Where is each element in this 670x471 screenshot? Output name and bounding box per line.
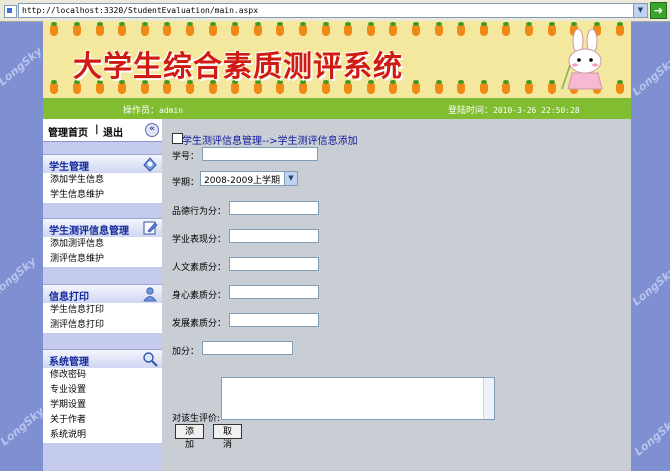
sidebar-item-about-author[interactable]: 关于作者 [43, 413, 162, 428]
watermark-2: LongSky [0, 254, 39, 299]
sidebar-item-evaluation-maintenance[interactable]: 测评信息维护 [43, 252, 162, 267]
edit-icon [143, 221, 158, 235]
sidebar-group-header[interactable]: 学生管理 [43, 154, 162, 173]
sidebar-group-title: 学生管理 [49, 162, 89, 173]
logout-link[interactable]: 退出 [103, 124, 123, 139]
search-icon [143, 352, 158, 367]
carrot-row-top [43, 22, 631, 37]
sidebar-group-title: 信息打印 [49, 292, 89, 303]
sidebar-item-print-evaluations[interactable]: 测评信息打印 [43, 318, 162, 333]
sidebar-group-print: 信息打印 学生信息打印 测评信息打印 [43, 284, 162, 333]
info-bar: 操作员：admin 登陆时间：2010-3-26 22:50:28 [43, 98, 631, 119]
student-id-label: 学号： [172, 152, 200, 162]
sidebar-item-print-students[interactable]: 学生信息打印 [43, 303, 162, 318]
sidebar-group-evaluation: 学生测评信息管理 添加测评信息 测评信息维护 [43, 218, 162, 267]
sidebar-group-header[interactable]: 信息打印 [43, 284, 162, 303]
banner: 大学生综合素质测评系统 [43, 21, 631, 98]
watermark-3: LongSky [0, 404, 47, 449]
sidebar-item-add-evaluation[interactable]: 添加测评信息 [43, 237, 162, 252]
chevron-down-icon[interactable]: ▼ [284, 172, 297, 185]
sidebar-item-system-help[interactable]: 系统说明 [43, 428, 162, 443]
user-print-icon [143, 287, 157, 302]
cancel-button[interactable]: 取消 [213, 424, 242, 450]
physical-score-label: 身心素质分： [172, 291, 227, 301]
page-icon [4, 5, 17, 18]
url-input[interactable]: http://localhost:3320/StudentEvaluation/… [18, 3, 636, 18]
moral-score-label: 品德行为分： [172, 207, 227, 217]
academic-score-input[interactable] [229, 229, 319, 243]
sidebar-group-title: 学生测评信息管理 [49, 226, 129, 237]
bonus-score-input[interactable] [202, 341, 293, 355]
sidebar-group-title: 系统管理 [49, 357, 89, 368]
link-separator: | [95, 124, 99, 135]
sidebar-item-major-settings[interactable]: 专业设置 [43, 383, 162, 398]
add-button[interactable]: 添加 [175, 424, 204, 450]
moral-score-input[interactable] [229, 201, 319, 215]
page-container: 大学生综合素质测评系统 操作员：admin 登陆时间：2010-3-26 22:… [43, 21, 631, 471]
login-time-value: 2010-3-26 22:50:28 [493, 106, 580, 115]
student-id-input[interactable] [202, 147, 318, 161]
watermark-4: LongSky [629, 54, 670, 99]
address-bar: http://localhost:3320/StudentEvaluation/… [0, 0, 670, 22]
url-dropdown-button[interactable]: ▼ [633, 3, 648, 18]
development-score-label: 发展素质分： [172, 319, 227, 329]
banner-title: 大学生综合素质测评系统 [73, 49, 404, 83]
sidebar-item-add-student[interactable]: 添加学生信息 [43, 173, 162, 188]
comment-label: 对该生评价: [172, 414, 221, 424]
humanities-score-label: 人文素质分： [172, 263, 227, 273]
humanities-score-input[interactable] [229, 257, 319, 271]
semester-select[interactable]: 2008-2009上学期 ▼ [200, 171, 298, 186]
breadcrumb: 学生测评信息管理-->学生测评信息添加 [182, 136, 358, 147]
students-icon [143, 157, 157, 172]
sidebar-group-students: 学生管理 添加学生信息 学生信息维护 [43, 154, 162, 203]
login-time-label: 登陆时间： [448, 106, 494, 116]
watermark-5: LongSky [629, 264, 670, 309]
go-button[interactable]: ➜ [650, 2, 667, 19]
watermark-6: LongSky [631, 414, 670, 459]
development-score-input[interactable] [229, 313, 319, 327]
sidebar-group-system: 系统管理 修改密码 专业设置 学期设置 关于作者 系统说明 [43, 349, 162, 443]
semester-label: 学期： [172, 178, 200, 188]
login-time-info: 登陆时间：2010-3-26 22:50:28 [448, 103, 580, 116]
watermark-1: LongSky [0, 44, 45, 89]
bonus-score-label: 加分： [172, 347, 200, 357]
physical-score-input[interactable] [229, 285, 319, 299]
home-link[interactable]: 管理首页 [48, 124, 88, 139]
sidebar-group-header[interactable]: 学生测评信息管理 [43, 218, 162, 237]
academic-score-label: 学业表现分： [172, 235, 227, 245]
main-content: 学生测评信息管理-->学生测评信息添加 学号： 学期： 2008-2009上学期… [162, 119, 631, 471]
bunny-icon [561, 29, 603, 90]
collapse-icon[interactable]: « [145, 123, 159, 137]
operator-info: 操作员：admin [123, 103, 183, 116]
sidebar-group-header[interactable]: 系统管理 [43, 349, 162, 368]
operator-label: 操作员： [123, 106, 160, 116]
semester-selected-value: 2008-2009上学期 [204, 176, 281, 186]
comment-textarea[interactable] [221, 377, 495, 420]
operator-name: admin [159, 106, 184, 115]
comment-scrollbar[interactable] [483, 378, 494, 419]
sidebar-item-semester-settings[interactable]: 学期设置 [43, 398, 162, 413]
sidebar-item-change-password[interactable]: 修改密码 [43, 368, 162, 383]
sidebar: 管理首页 | 退出 « 学生管理 添加学生信息 学生信息维护 学生测评信息管理 [43, 119, 162, 471]
sidebar-top-links: 管理首页 | 退出 « [43, 119, 162, 142]
sidebar-item-student-maintenance[interactable]: 学生信息维护 [43, 188, 162, 203]
